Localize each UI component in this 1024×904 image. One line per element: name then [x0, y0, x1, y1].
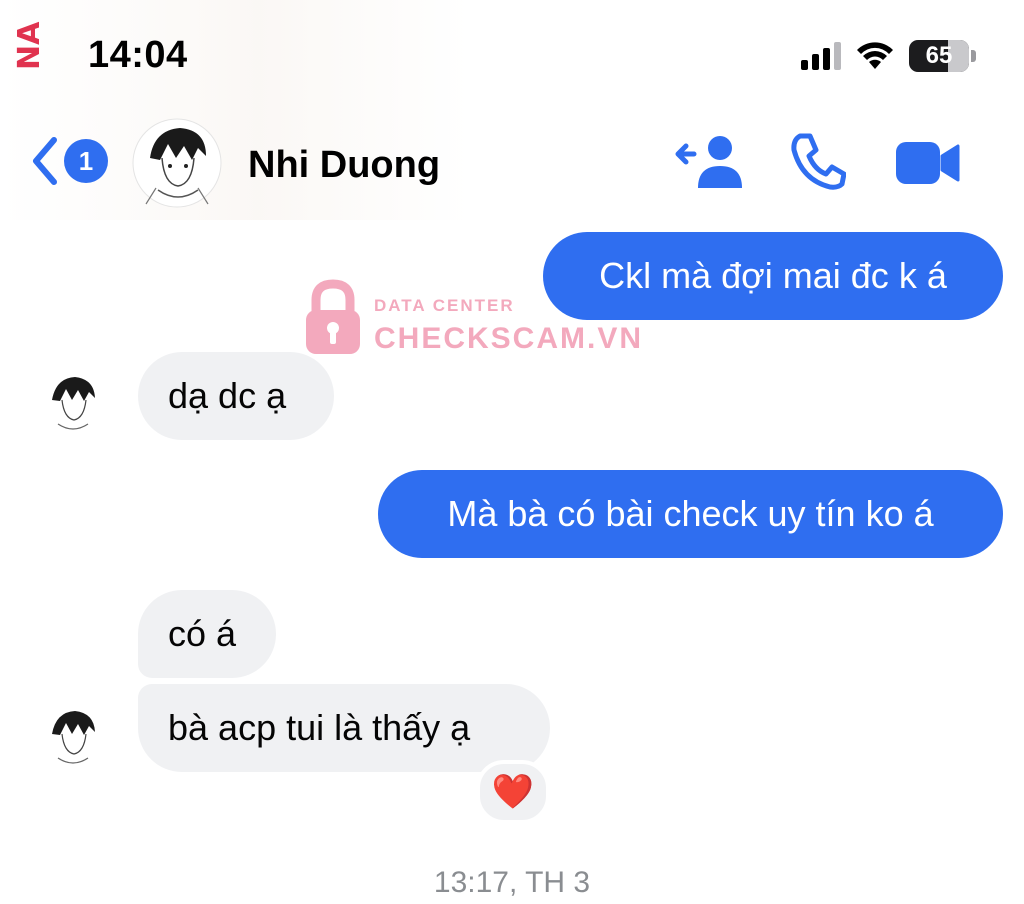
watermark-subtitle: DATA CENTER [374, 296, 515, 315]
battery-percent: 65 [925, 42, 953, 69]
video-camera-icon[interactable] [894, 140, 962, 186]
status-icons: 65 [801, 36, 976, 76]
outgoing-message-bubble[interactable]: Mà bà có bài check uy tín ko á [378, 470, 1003, 558]
incoming-message-bubble[interactable]: bà acp tui là thấy ạ [138, 684, 550, 772]
back-button[interactable]: 1 [30, 136, 108, 186]
incoming-message-bubble[interactable]: dạ dc ạ [138, 352, 334, 440]
back-chevron-icon [33, 137, 57, 185]
watermark-title: CHECKSCAM.VN [374, 322, 644, 355]
conversation-header: 1 Nhi Duong [0, 110, 1024, 220]
phone-icon[interactable] [790, 132, 846, 190]
message-timestamp: 13:17, TH 3 [433, 866, 591, 899]
outgoing-message-bubble[interactable]: Ckl mà đợi mai đc k á [543, 232, 1003, 320]
cellular-signal-icon [801, 42, 841, 70]
sender-avatar[interactable] [40, 370, 106, 436]
incoming-message-bubble[interactable]: có á [138, 590, 276, 678]
wifi-icon [857, 42, 893, 69]
battery-cap [971, 50, 976, 62]
heart-reaction[interactable]: ❤️ [476, 760, 550, 824]
unread-badge: 1 [64, 139, 108, 183]
contact-name[interactable]: Nhi Duong [248, 144, 440, 187]
status-time: 14:04 [88, 34, 188, 76]
sender-avatar[interactable] [40, 704, 106, 770]
edge-text: NA [12, 21, 47, 70]
add-person-icon[interactable] [672, 132, 746, 192]
heart-icon: ❤️ [491, 773, 535, 811]
contact-avatar[interactable] [132, 118, 222, 208]
battery-indicator: 65 [909, 40, 969, 72]
lock-icon [306, 279, 360, 354]
